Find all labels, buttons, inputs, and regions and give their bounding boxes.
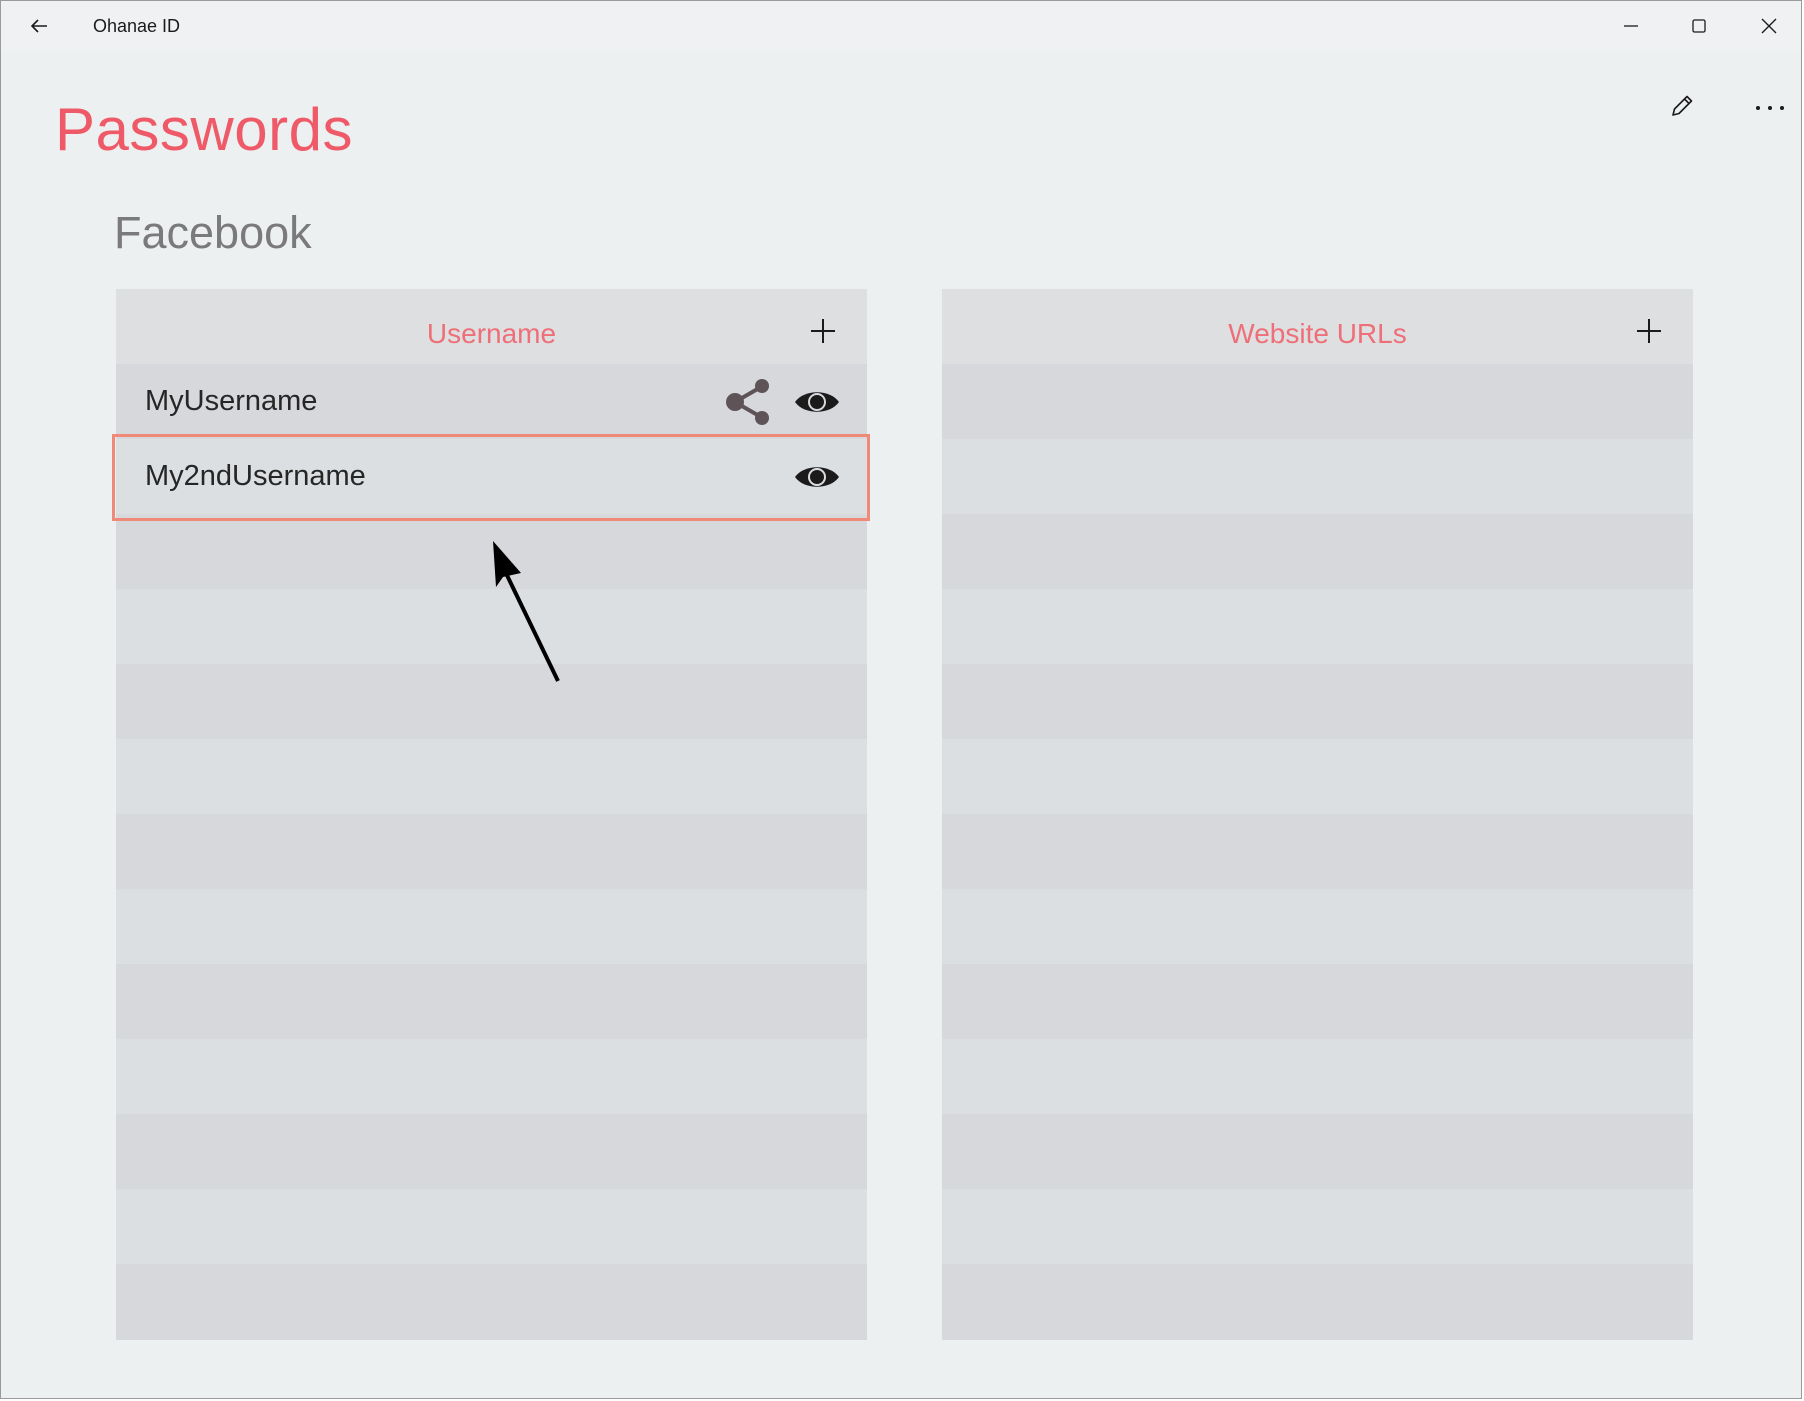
username-panel: Username MyUsername My2ndUsername	[116, 289, 867, 1340]
empty-row	[942, 1039, 1693, 1114]
app-window: Ohanae ID Passwords Facebook Username My…	[0, 0, 1802, 1399]
back-button[interactable]	[17, 9, 61, 43]
close-button[interactable]	[1735, 1, 1801, 51]
username-panel-header: Username	[116, 289, 867, 364]
username-label: My2ndUsername	[145, 460, 366, 492]
more-options-button[interactable]	[1743, 81, 1797, 135]
empty-row	[942, 364, 1693, 439]
empty-row	[116, 889, 867, 964]
reveal-button[interactable]	[791, 451, 843, 503]
minimize-button[interactable]	[1597, 1, 1665, 51]
username-row[interactable]: My2ndUsername	[116, 439, 867, 514]
empty-row	[116, 739, 867, 814]
back-arrow-icon	[30, 19, 47, 33]
empty-row	[942, 964, 1693, 1039]
plus-icon	[811, 319, 835, 343]
empty-row	[942, 514, 1693, 589]
section-title: Facebook	[114, 207, 312, 258]
empty-row	[116, 1264, 867, 1339]
add-website-button[interactable]	[1629, 311, 1669, 351]
eye-icon	[795, 392, 839, 412]
edit-button[interactable]	[1655, 79, 1709, 133]
username-label: MyUsername	[145, 385, 318, 417]
empty-row	[116, 1114, 867, 1189]
share-button[interactable]	[723, 376, 775, 428]
username-row[interactable]: MyUsername	[116, 364, 867, 439]
empty-row	[942, 589, 1693, 664]
app-title: Ohanae ID	[93, 16, 181, 36]
empty-row	[942, 1189, 1693, 1264]
add-username-button[interactable]	[803, 311, 843, 351]
more-icon	[1756, 106, 1784, 110]
empty-row	[942, 889, 1693, 964]
empty-row	[942, 439, 1693, 514]
minimize-icon	[1624, 25, 1638, 27]
maximize-icon	[1692, 19, 1706, 33]
maximize-button[interactable]	[1665, 1, 1733, 51]
empty-row	[942, 1114, 1693, 1189]
empty-row	[116, 1189, 867, 1264]
empty-row	[942, 664, 1693, 739]
empty-row	[116, 964, 867, 1039]
annotation-arrow-icon	[493, 541, 560, 682]
close-icon	[1761, 18, 1777, 34]
empty-row	[942, 814, 1693, 889]
plus-icon	[1637, 319, 1661, 343]
reveal-button[interactable]	[791, 376, 843, 428]
website-urls-panel: Website URLs	[942, 289, 1693, 1340]
eye-icon	[795, 467, 839, 487]
username-list: MyUsername My2ndUsername	[116, 364, 867, 1339]
page-title: Passwords	[55, 96, 353, 163]
empty-row	[116, 1039, 867, 1114]
empty-row	[942, 1264, 1693, 1339]
pencil-icon	[1672, 95, 1693, 116]
website-list	[942, 364, 1693, 1339]
title-bar: Ohanae ID	[1, 1, 1801, 51]
empty-row	[942, 739, 1693, 814]
empty-row	[116, 814, 867, 889]
share-icon	[726, 379, 769, 425]
website-panel-header: Website URLs	[942, 289, 1693, 364]
